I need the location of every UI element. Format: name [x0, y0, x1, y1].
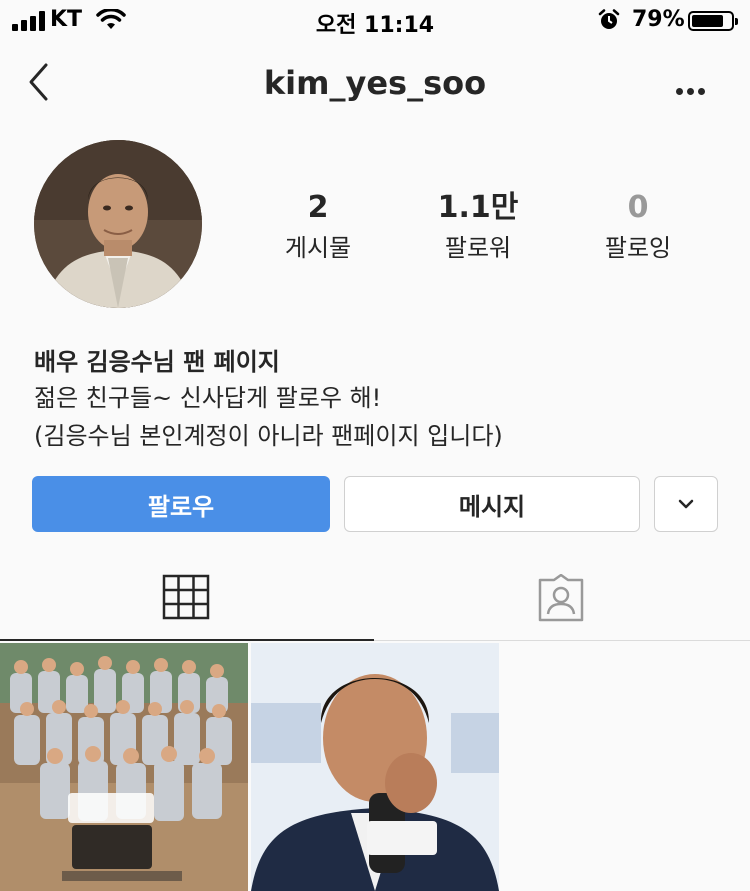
stat-posts[interactable]: 2 게시물: [228, 190, 408, 263]
stat-following-count: 0: [627, 190, 649, 225]
battery-percent: 79%: [632, 7, 685, 32]
bio-name: 배우 김응수님 팬 페이지: [34, 348, 280, 376]
message-button[interactable]: 메시지: [344, 476, 640, 532]
stat-posts-count: 2: [307, 190, 329, 225]
alarm-icon: [598, 9, 620, 29]
bio-line-2: (김응수님 본인계정이 아니라 팬페이지 입니다): [34, 422, 503, 450]
stat-followers-label: 팔로워: [444, 234, 512, 262]
chevron-down-icon: [678, 499, 694, 509]
status-bar: KT 오전 11:14 79%: [0, 0, 750, 40]
stat-followers[interactable]: 1.1만 팔로워: [388, 190, 568, 263]
stat-followers-count: 1.1만: [437, 190, 519, 225]
stat-posts-label: 게시물: [284, 234, 352, 262]
tab-active-indicator: [0, 639, 374, 641]
battery-icon: [688, 11, 738, 31]
tagged-person-icon[interactable]: [536, 574, 586, 622]
stat-following[interactable]: 0 팔로잉: [548, 190, 728, 263]
avatar[interactable]: [34, 140, 202, 308]
follow-button[interactable]: 팔로우: [32, 476, 330, 532]
post-thumbnail[interactable]: [251, 643, 499, 891]
suggested-dropdown-button[interactable]: [654, 476, 718, 532]
bio-line-1: 젊은 친구들~ 신사답게 팔로우 해!: [34, 384, 382, 412]
stat-following-label: 팔로잉: [604, 234, 672, 262]
grid-icon[interactable]: [162, 574, 210, 620]
profile-username: kim_yes_soo: [263, 64, 487, 102]
post-thumbnail[interactable]: [0, 643, 248, 891]
ellipsis-icon[interactable]: [676, 80, 709, 99]
